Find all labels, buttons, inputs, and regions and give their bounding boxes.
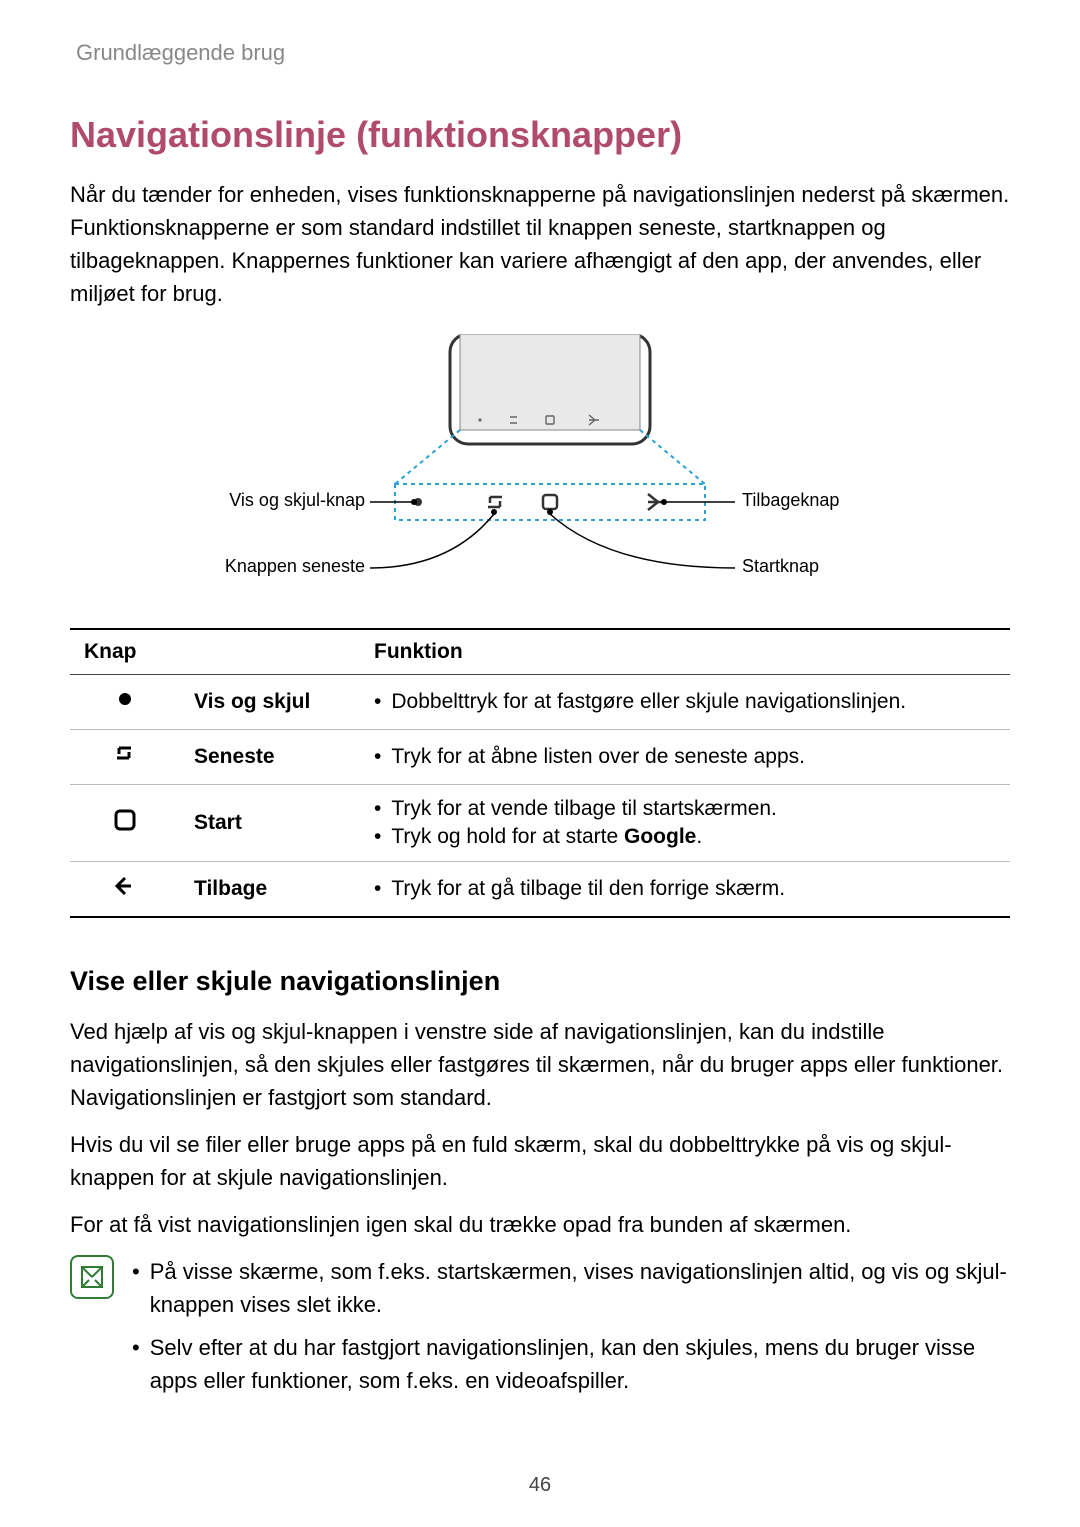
label-show-hide: Vis og skjul-knap xyxy=(229,490,365,510)
label-back: Tilbageknap xyxy=(742,490,839,510)
diagram-svg: Vis og skjul-knap Tilbageknap Knappen se… xyxy=(190,334,890,594)
table-row: Seneste Tryk for at åbne listen over de … xyxy=(70,730,1010,785)
row-name: Vis og skjul xyxy=(180,675,360,730)
body-paragraph: Hvis du vil se filer eller bruge apps på… xyxy=(70,1128,1010,1194)
row-name: Tilbage xyxy=(180,862,360,918)
navigation-bar-diagram: Vis og skjul-knap Tilbageknap Knappen se… xyxy=(70,334,1010,594)
recents-icon xyxy=(111,740,139,768)
note-item: På visse skærme, som f.eks. startskærmen… xyxy=(132,1255,1010,1321)
section-heading: Vise eller skjule navigationslinjen xyxy=(70,966,1010,997)
row-func: Tryk for at gå tilbage til den forrige s… xyxy=(374,875,996,903)
breadcrumb: Grundlæggende brug xyxy=(70,40,1010,66)
table-row: Tilbage Tryk for at gå tilbage til den f… xyxy=(70,862,1010,918)
note-item: Selv efter at du har fastgjort navigatio… xyxy=(132,1331,1010,1397)
home-icon xyxy=(111,806,139,834)
th-function: Funktion xyxy=(360,629,1010,675)
th-button: Knap xyxy=(70,629,360,675)
note-icon xyxy=(70,1255,114,1299)
label-home: Startknap xyxy=(742,556,819,576)
back-icon xyxy=(111,872,139,900)
page-number: 46 xyxy=(0,1474,1080,1497)
label-recents: Knappen seneste xyxy=(225,556,365,576)
body-paragraph: Ved hjælp af vis og skjul-knappen i vens… xyxy=(70,1015,1010,1114)
page-title: Navigationslinje (funktionsknapper) xyxy=(70,114,1010,156)
table-row: Vis og skjul Dobbelttryk for at fastgøre… xyxy=(70,675,1010,730)
body-paragraph: For at få vist navigationslinjen igen sk… xyxy=(70,1208,1010,1241)
dot-icon xyxy=(111,685,139,713)
intro-paragraph: Når du tænder for enheden, vises funktio… xyxy=(70,178,1010,310)
row-name: Seneste xyxy=(180,730,360,785)
table-row: Start Tryk for at vende tilbage til star… xyxy=(70,785,1010,862)
row-func: Tryk for at vende tilbage til startskærm… xyxy=(374,795,996,823)
phone-outline-icon xyxy=(450,334,650,444)
note-block: På visse skærme, som f.eks. startskærmen… xyxy=(70,1255,1010,1407)
row-func: Dobbelttryk for at fastgøre eller skjule… xyxy=(374,688,996,716)
row-func: Tryk for at åbne listen over de seneste … xyxy=(374,743,996,771)
row-name: Start xyxy=(180,785,360,862)
function-table: Knap Funktion Vis og skjul Dobbelttryk f… xyxy=(70,628,1010,918)
row-func: Tryk og hold for at starte Google. xyxy=(374,823,996,851)
